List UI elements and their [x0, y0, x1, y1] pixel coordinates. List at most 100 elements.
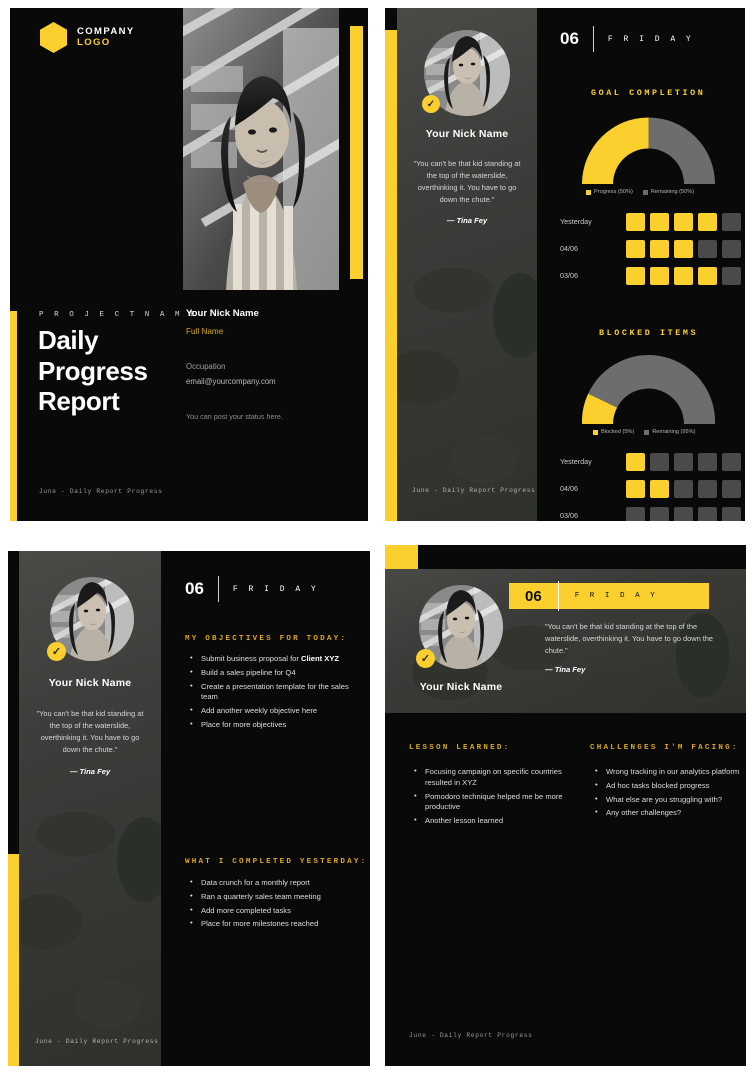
tracker-cell[interactable] [650, 266, 669, 285]
tracker-cell[interactable] [722, 212, 741, 231]
challenges-list: Wrong tracking in our analytics platform… [595, 766, 743, 822]
tracker-cell[interactable] [650, 212, 669, 231]
profile-nickname: Your Nick Name [419, 681, 503, 693]
legend-swatch-remaining [642, 189, 648, 195]
cover-photo [183, 8, 339, 290]
tracker-cells [626, 506, 741, 521]
hexagon-icon [40, 22, 67, 53]
tracker-cell[interactable] [674, 239, 693, 258]
completed-title: WHAT I COMPLETED YESTERDAY: [185, 858, 368, 866]
tracker-cell[interactable] [698, 452, 717, 471]
day-divider [217, 576, 219, 602]
tracker-cell[interactable] [650, 239, 669, 258]
tracker-cell[interactable] [650, 479, 669, 498]
challenges-title: CHALLENGES I'M FACING: [590, 744, 739, 752]
slide-deck-grid: COMPANY LOGO P R O J E C T N A M E Daily… [0, 0, 754, 1074]
footer-note: June - Daily Report Progress [409, 1032, 533, 1039]
logo-line-company: COMPANY [77, 25, 135, 37]
tracker-cells [626, 239, 741, 258]
goal-completion-gauge [576, 106, 721, 189]
tracker-cell[interactable] [722, 266, 741, 285]
dashboard-slide: ✓ Your Nick Name "You can't be that kid … [385, 8, 745, 521]
tracker-cell[interactable] [722, 506, 741, 521]
legend-item: Progress (50%) [586, 189, 633, 195]
cover-left-accent-bar [10, 311, 17, 521]
list-item: Add more completed tasks [190, 905, 360, 917]
legend-swatch-remaining [644, 429, 650, 435]
legend-label-remaining: Remaining (50%) [650, 189, 695, 195]
list-item: Build a sales pipeline for Q4 [190, 667, 360, 679]
tracker-cell[interactable] [626, 239, 645, 258]
completed-list: Data crunch for a monthly report Ran a q… [190, 877, 360, 933]
objectives-slide: ✓ Your Nick Name "You can't be that kid … [8, 551, 370, 1066]
cover-nickname: Your Nick Name [186, 308, 259, 319]
goal-completion-legend: Progress (50%) Remaining (50%) [586, 189, 694, 195]
tracker-cell[interactable] [722, 239, 741, 258]
list-item: Submit business proposal for Client XYZ [190, 653, 360, 665]
corner-accent-block [385, 545, 418, 569]
blocked-items-legend: Blocked (5%) Remaining (95%) [593, 429, 695, 435]
tracker-row-label: 03/06 [560, 511, 578, 520]
hero-quote-author: — Tina Fey [545, 665, 586, 674]
tracker-cell[interactable] [722, 479, 741, 498]
tracker-cells [626, 452, 741, 471]
tracker-cell[interactable] [674, 266, 693, 285]
tracker-cell[interactable] [626, 212, 645, 231]
legend-swatch-progress [586, 189, 591, 195]
panel-lessons: ✓ Your Nick Name 06 F R I D A Y "You can… [377, 537, 754, 1074]
tracker-cell[interactable] [674, 212, 693, 231]
objectives-title: MY OBJECTIVES FOR TODAY: [185, 635, 348, 643]
panel-objectives: ✓ Your Nick Name "You can't be that kid … [0, 537, 377, 1074]
day-header: 06 F R I D A Y [185, 576, 319, 602]
tracker-cell[interactable] [674, 479, 693, 498]
blocked-items-title: BLOCKED ITEMS [599, 328, 699, 338]
list-item: Place for more objectives [190, 719, 360, 731]
footer-note: June - Daily Report Progress [39, 488, 163, 495]
legend-item: Blocked (5%) [593, 429, 634, 435]
tracker-cell[interactable] [698, 479, 717, 498]
tracker-cell[interactable] [650, 506, 669, 521]
legend-item: Remaining (50%) [642, 189, 695, 195]
list-item: Ad hoc tasks blocked progress [595, 780, 743, 792]
tracker-cell[interactable] [698, 239, 717, 258]
footer-note: June - Daily Report Progress [412, 487, 536, 494]
logo-text: COMPANY LOGO [77, 25, 135, 49]
legend-label-blocked: Blocked (5%) [601, 429, 635, 435]
cover-slide: COMPANY LOGO P R O J E C T N A M E Daily… [10, 8, 368, 521]
tracker-cell[interactable] [698, 266, 717, 285]
profile-quote: "You can't be that kid standing at the t… [36, 709, 144, 754]
tracker-cell[interactable] [698, 212, 717, 231]
tracker-cell[interactable] [626, 506, 645, 521]
tracker-cell[interactable] [698, 506, 717, 521]
cover-email: email@yourcompany.com [186, 377, 276, 386]
profile-quote-author: — Tina Fey [446, 216, 488, 225]
tracker-cells [626, 212, 741, 231]
day-divider [557, 581, 559, 611]
tracker-cells [626, 479, 741, 498]
profile-nickname: Your Nick Name [48, 677, 132, 689]
tracker-cell[interactable] [626, 452, 645, 471]
portrait-photo-illustration [183, 8, 339, 290]
check-badge-icon: ✓ [422, 95, 440, 113]
legend-item: Remaining (95%) [644, 429, 695, 435]
cover-accent-bar [350, 26, 363, 279]
list-item: Create a presentation template for the s… [190, 681, 360, 704]
day-name: F R I D A Y [607, 34, 694, 44]
tracker-row: 03/06 [560, 505, 741, 521]
tracker-row-label: 04/06 [560, 244, 578, 253]
tracker-cell[interactable] [722, 452, 741, 471]
tracker-cell[interactable] [626, 479, 645, 498]
list-item: Focusing campaign on specific countries … [414, 766, 564, 789]
tracker-cell[interactable] [674, 506, 693, 521]
tracker-cell[interactable] [674, 452, 693, 471]
day-number: 06 [525, 587, 542, 605]
tracker-row-label: Yesterday [560, 217, 592, 226]
goal-completion-title: GOAL COMPLETION [591, 88, 706, 98]
tracker-row: 04/06 [560, 478, 741, 499]
list-item: What else are you struggling with? [595, 794, 743, 806]
company-logo[interactable]: COMPANY LOGO [40, 22, 135, 53]
panel-dashboard: ✓ Your Nick Name "You can't be that kid … [377, 0, 754, 537]
legend-swatch-blocked [593, 429, 598, 435]
tracker-cell[interactable] [650, 452, 669, 471]
tracker-cell[interactable] [626, 266, 645, 285]
